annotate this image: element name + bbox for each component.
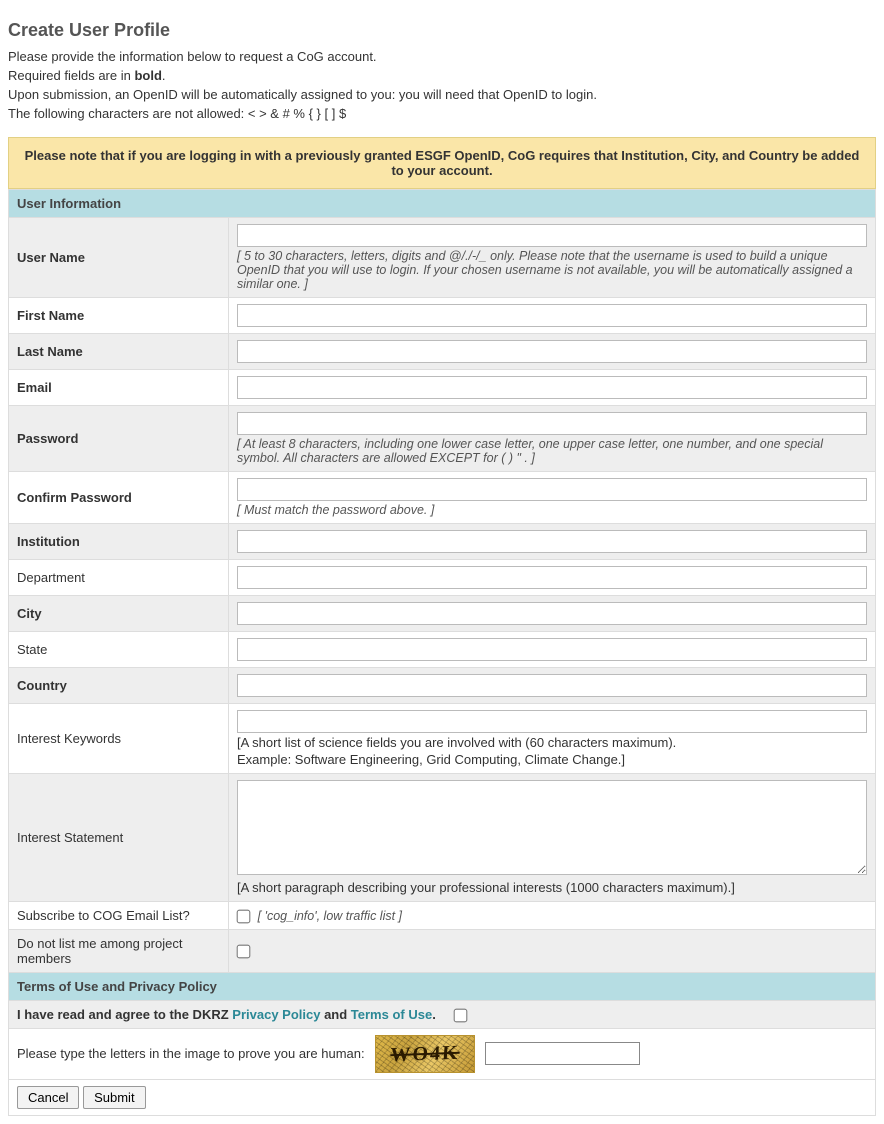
- interest-statement-hint: [A short paragraph describing your profe…: [237, 880, 867, 895]
- do-not-list-label: Do not list me among project members: [9, 929, 229, 972]
- terms-suffix: .: [432, 1007, 436, 1022]
- intro-line-4: The following characters are not allowed…: [8, 106, 876, 123]
- department-input[interactable]: [237, 566, 867, 589]
- intro-line-2: Required fields are in bold.: [8, 68, 876, 85]
- email-input[interactable]: [237, 376, 867, 399]
- privacy-policy-link[interactable]: Privacy Policy: [232, 1007, 320, 1022]
- first-name-label: First Name: [9, 297, 229, 333]
- intro-line-2-prefix: Required fields are in: [8, 68, 134, 83]
- terms-of-use-link[interactable]: Terms of Use: [351, 1007, 432, 1022]
- interest-keywords-hint-1: [A short list of science fields you are …: [237, 735, 867, 750]
- terms-prefix: I have read and agree to the DKRZ: [17, 1007, 232, 1022]
- intro-block: Please provide the information below to …: [8, 49, 876, 123]
- first-name-input[interactable]: [237, 304, 867, 327]
- interest-statement-input[interactable]: [237, 780, 867, 875]
- section-terms: Terms of Use and Privacy Policy: [9, 972, 876, 1000]
- city-input[interactable]: [237, 602, 867, 625]
- password-input[interactable]: [237, 412, 867, 435]
- openid-notice: Please note that if you are logging in w…: [8, 137, 876, 189]
- confirm-password-label: Confirm Password: [9, 471, 229, 523]
- state-input[interactable]: [237, 638, 867, 661]
- confirm-password-input[interactable]: [237, 478, 867, 501]
- confirm-password-hint: [ Must match the password above. ]: [237, 503, 867, 517]
- country-input[interactable]: [237, 674, 867, 697]
- subscribe-checkbox[interactable]: [237, 909, 251, 923]
- department-label: Department: [9, 559, 229, 595]
- interest-statement-label: Interest Statement: [9, 773, 229, 901]
- username-label: User Name: [9, 217, 229, 297]
- captcha-input[interactable]: [485, 1042, 640, 1065]
- city-label: City: [9, 595, 229, 631]
- last-name-input[interactable]: [237, 340, 867, 363]
- password-hint: [ At least 8 characters, including one l…: [237, 437, 867, 465]
- cancel-button[interactable]: Cancel: [17, 1086, 79, 1109]
- password-label: Password: [9, 405, 229, 471]
- terms-and: and: [320, 1007, 350, 1022]
- section-user-information: User Information: [9, 189, 876, 217]
- interest-keywords-label: Interest Keywords: [9, 703, 229, 773]
- do-not-list-checkbox[interactable]: [237, 945, 251, 959]
- subscribe-label: Subscribe to COG Email List?: [9, 901, 229, 929]
- subscribe-hint: [ 'cog_info', low traffic list ]: [258, 909, 402, 923]
- submit-button[interactable]: Submit: [83, 1086, 145, 1109]
- captcha-prompt: Please type the letters in the image to …: [17, 1046, 365, 1061]
- state-label: State: [9, 631, 229, 667]
- intro-line-2-suffix: .: [162, 68, 166, 83]
- username-hint: [ 5 to 30 characters, letters, digits an…: [237, 249, 867, 291]
- interest-keywords-input[interactable]: [237, 710, 867, 733]
- intro-line-1: Please provide the information below to …: [8, 49, 876, 66]
- terms-text: I have read and agree to the DKRZ Privac…: [17, 1007, 439, 1022]
- email-label: Email: [9, 369, 229, 405]
- institution-input[interactable]: [237, 530, 867, 553]
- user-profile-form: User Information User Name [ 5 to 30 cha…: [8, 189, 876, 1116]
- intro-line-3: Upon submission, an OpenID will be autom…: [8, 87, 876, 104]
- country-label: Country: [9, 667, 229, 703]
- username-input[interactable]: [237, 224, 867, 247]
- terms-agree-checkbox[interactable]: [454, 1008, 468, 1022]
- interest-keywords-hint-2: Example: Software Engineering, Grid Comp…: [237, 752, 867, 767]
- intro-line-2-bold: bold: [134, 68, 161, 83]
- page-title: Create User Profile: [8, 20, 876, 41]
- captcha-image-text: WO4K: [375, 1035, 475, 1073]
- captcha-image: WO4K: [375, 1035, 475, 1073]
- last-name-label: Last Name: [9, 333, 229, 369]
- institution-label: Institution: [9, 523, 229, 559]
